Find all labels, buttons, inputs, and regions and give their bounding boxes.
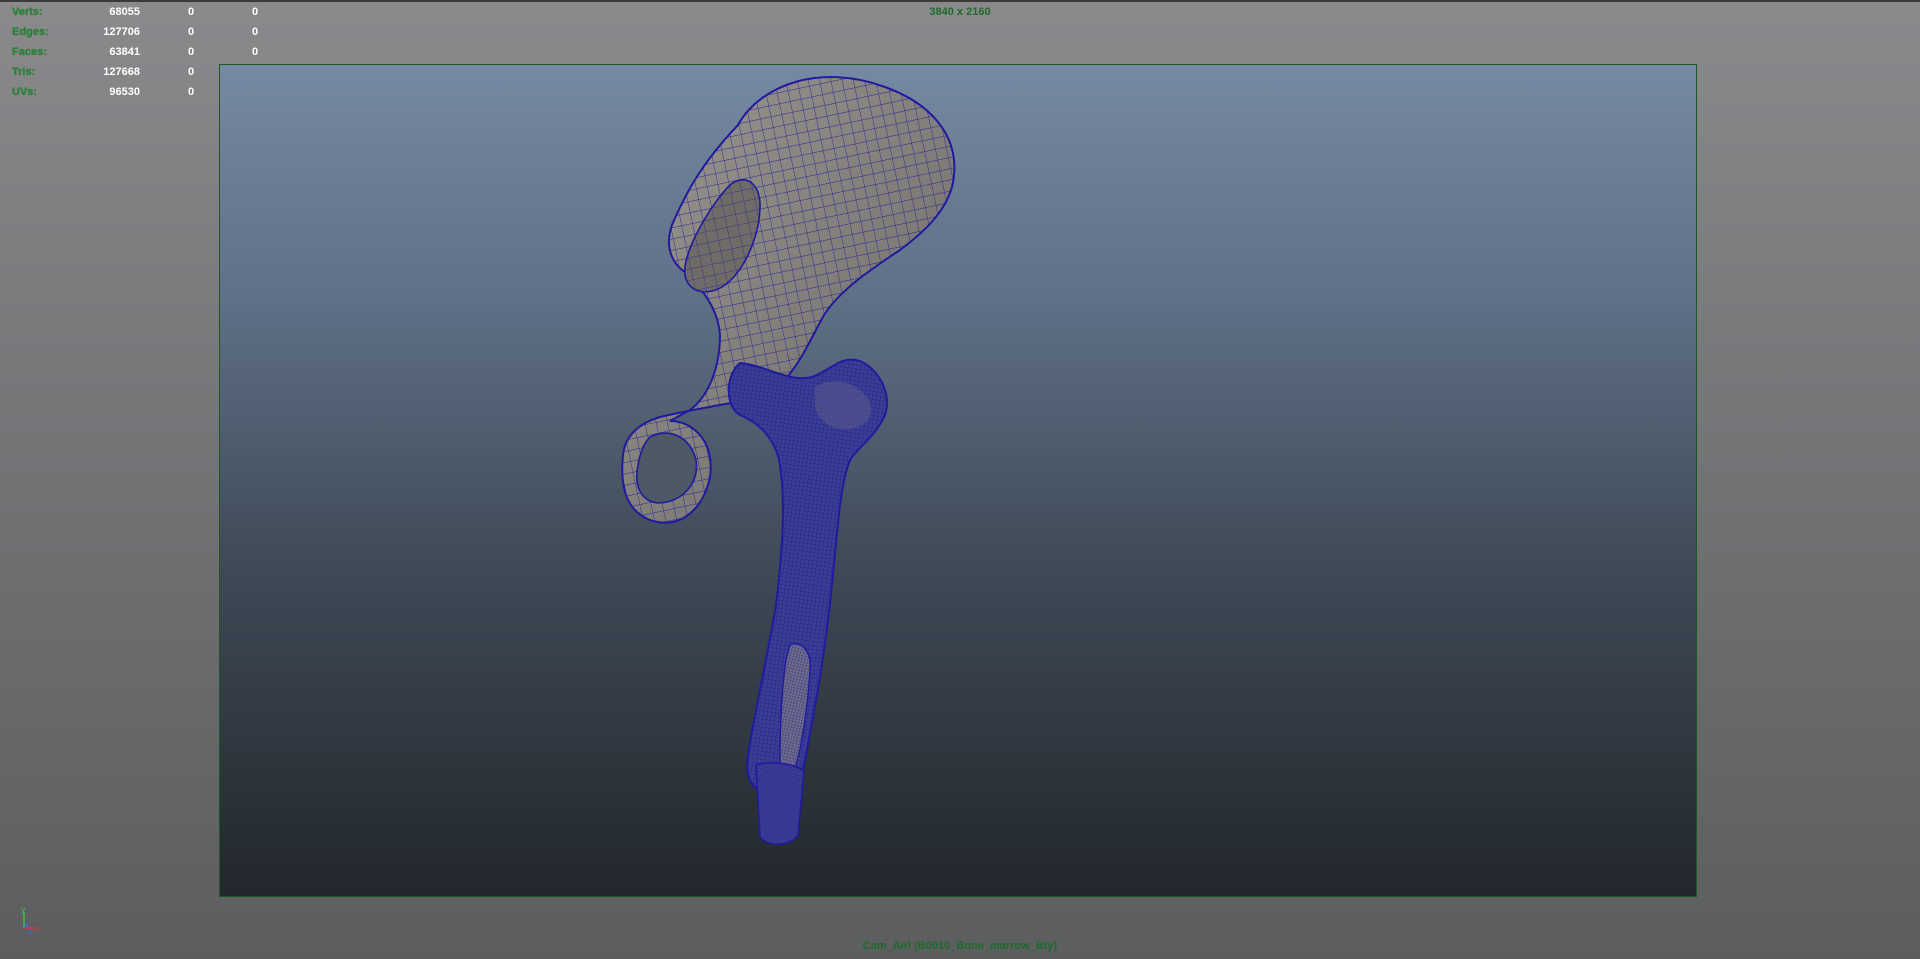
hud-label: Faces: bbox=[12, 46, 47, 58]
hud-label: Tris: bbox=[12, 66, 36, 78]
hud-total: 63841 bbox=[109, 46, 140, 58]
hud-total: 127668 bbox=[103, 66, 140, 78]
hud-selected: 0 bbox=[188, 26, 195, 38]
axis-y-label: y bbox=[21, 906, 26, 914]
resolution-gate-label: 3840 x 2160 bbox=[929, 6, 991, 18]
hud-selected: 0 bbox=[188, 66, 195, 78]
hud-selected: 0 bbox=[188, 46, 195, 58]
hud-row-faces: Faces: 63841 0 0 bbox=[12, 42, 272, 62]
hud-label: UVs: bbox=[12, 86, 38, 98]
resolution-gate-viewport[interactable] bbox=[219, 64, 1697, 897]
top-divider bbox=[0, 0, 1920, 2]
hud-label: Edges: bbox=[12, 26, 49, 38]
axis-gizmo: y z x bbox=[16, 905, 46, 936]
hud-row-edges: Edges: 127706 0 0 bbox=[12, 22, 272, 42]
hud-total: 96530 bbox=[109, 86, 140, 98]
bone-model[interactable] bbox=[220, 65, 1697, 897]
femur-mesh bbox=[727, 358, 888, 846]
hud-other: 0 bbox=[252, 26, 259, 38]
hud-other: 0 bbox=[252, 46, 259, 58]
axis-x-label: x bbox=[36, 925, 41, 934]
axis-z-label: z bbox=[28, 927, 32, 936]
camera-name-label: Cam_Airl (B0010_Bone_marrow_Bty) bbox=[862, 940, 1058, 952]
hud-total: 127706 bbox=[103, 26, 140, 38]
hud-selected: 0 bbox=[188, 86, 195, 98]
